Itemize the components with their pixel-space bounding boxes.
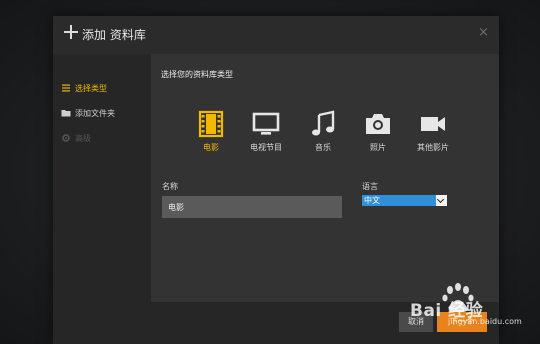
list-icon (62, 84, 70, 92)
name-input-value: 电影 (168, 202, 184, 212)
sidebar-item-label: 选择类型 (75, 83, 107, 93)
name-input[interactable]: 电影 (162, 196, 342, 218)
sidebar-item-label: 高级 (75, 133, 91, 143)
type-photos[interactable]: 照片 (350, 110, 406, 160)
camera-icon (366, 114, 390, 134)
watermark-url: jingyan.baidu.com (448, 317, 522, 326)
type-label: 电视节目 (250, 143, 282, 152)
type-label: 其他影片 (417, 143, 449, 152)
video-camera-icon (421, 117, 445, 131)
type-label: 电影 (203, 143, 219, 152)
language-label: 语言 (362, 182, 378, 191)
type-film[interactable]: 电影 (183, 110, 239, 160)
type-label: 音乐 (315, 143, 331, 152)
sidebar-item-add-folder[interactable]: 添加文件夹 (61, 105, 115, 121)
music-note-icon (312, 110, 335, 136)
sidebar: 选择类型 添加文件夹 高级 (53, 54, 151, 316)
sidebar-item-advanced: 高级 (61, 130, 91, 146)
dialog-title: 添加 资料库 (82, 28, 146, 42)
type-tv-shows[interactable]: 电视节目 (238, 110, 294, 160)
close-icon[interactable]: × (478, 26, 489, 40)
tv-icon (252, 112, 280, 135)
type-music[interactable]: 音乐 (295, 110, 351, 160)
dialog-titlebar: 添加 资料库 × (53, 16, 499, 54)
name-label: 名称 (162, 182, 178, 191)
main-panel: 选择您的资料库类型 电影 电视节目 音乐 照片 其他影片 名称 电影 语言 中文 (151, 54, 499, 316)
plus-icon (64, 25, 78, 39)
chevron-down-icon[interactable] (436, 195, 447, 206)
folder-icon (61, 110, 71, 117)
gear-icon (62, 134, 70, 142)
film-icon (198, 110, 224, 138)
language-select[interactable]: 中文 (362, 195, 447, 206)
sidebar-item-label: 添加文件夹 (75, 108, 115, 118)
language-select-value: 中文 (364, 196, 380, 205)
type-label: 照片 (370, 143, 386, 152)
sidebar-item-select-type[interactable]: 选择类型 (61, 80, 107, 96)
type-prompt: 选择您的资料库类型 (161, 70, 233, 79)
type-other-videos[interactable]: 其他影片 (405, 110, 461, 160)
